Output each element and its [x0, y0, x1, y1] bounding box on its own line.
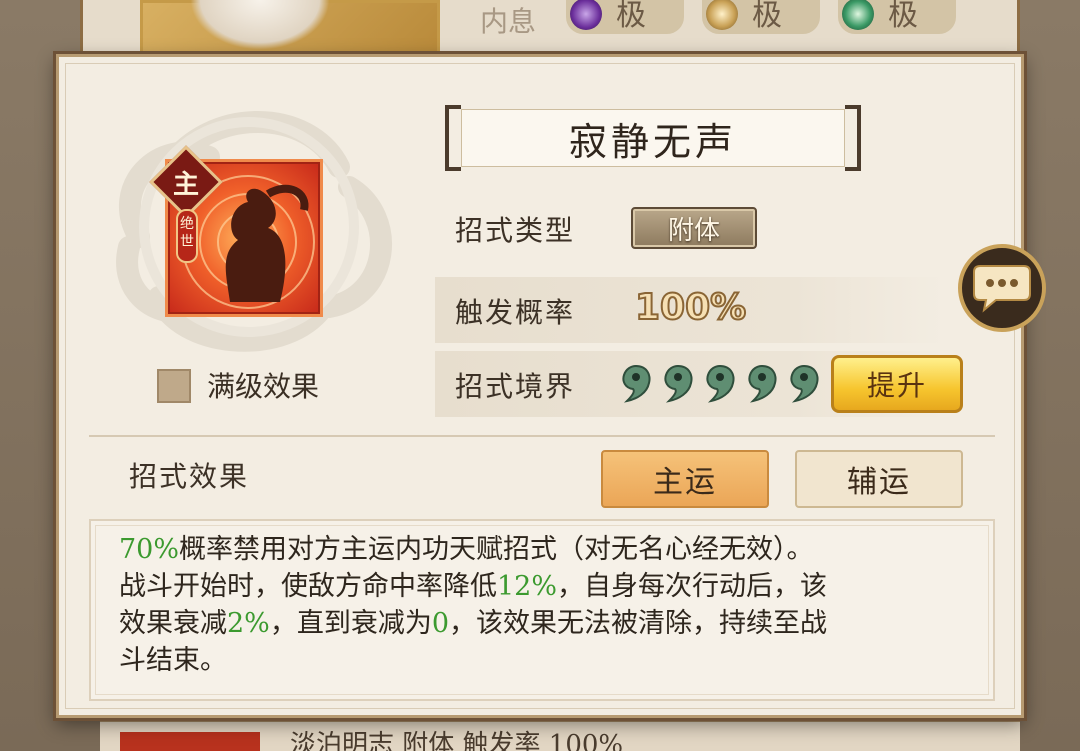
type-label: 招式类型: [455, 214, 576, 247]
realm-level-drops: [619, 363, 821, 403]
desc-text: ，该效果无法被清除，持续至战: [449, 608, 828, 639]
chat-bubble-button[interactable]: [958, 244, 1046, 332]
bracket-right: [845, 105, 861, 171]
desc-highlight: 2%: [227, 608, 270, 639]
desc-highlight: 12%: [497, 571, 558, 602]
jade-drop-icon: [748, 364, 777, 403]
tab-main-run[interactable]: 主运: [601, 450, 769, 508]
chat-bubble-icon: [973, 265, 1031, 313]
main-badge-text: 主: [172, 169, 199, 200]
desc-text: ，直到衰减为: [269, 608, 432, 639]
desc-text: 概率禁用对方主运内功天赋招式（对无名心经无效）。: [179, 534, 814, 565]
bracket-left: [445, 105, 461, 171]
background-pill-3: 极: [838, 0, 956, 34]
desc-line-1: 70%概率禁用对方主运内功天赋招式（对无名心经无效）。: [119, 531, 979, 568]
desc-line-2: 战斗开始时，使敌方命中率降低12%，自身每次行动后，该: [119, 568, 979, 605]
desc-text: 战斗开始时，使敌方命中率降低: [119, 571, 497, 602]
background-pill-2: 极: [702, 0, 820, 34]
full-level-checkbox[interactable]: [157, 369, 191, 403]
realm-label: 招式境界: [455, 370, 576, 403]
jade-drop-icon: [664, 364, 693, 403]
background-bottom-tag: [120, 732, 260, 751]
desc-line-3: 效果衰减2%，直到衰减为0，该效果无法被清除，持续至战: [119, 605, 979, 642]
jade-drop-icon: [790, 364, 819, 403]
skill-detail-panel: 主 绝世 满级效果 寂静无声 招式类型 附体 触发概率 100% 招式境界 提升…: [56, 54, 1024, 718]
background-portrait-art: [190, 0, 330, 50]
desc-text: ，自身每次行动后，该: [557, 571, 828, 602]
full-level-label[interactable]: 满级效果: [207, 365, 319, 405]
effect-description: 70%概率禁用对方主运内功天赋招式（对无名心经无效）。 战斗开始时，使敌方命中率…: [119, 531, 979, 679]
desc-text: 斗结束。: [119, 645, 227, 676]
rate-label: 触发概率: [455, 296, 576, 329]
desc-line-4: 斗结束。: [119, 642, 979, 679]
upgrade-button[interactable]: 提升: [831, 355, 963, 413]
background-pill-text: 极: [888, 0, 918, 33]
section-divider: [89, 435, 995, 437]
green-orb-icon: [842, 0, 874, 30]
desc-highlight: 0: [431, 608, 450, 639]
desc-highlight: 70%: [119, 534, 180, 565]
effect-description-box: 70%概率禁用对方主运内功天赋招式（对无名心经无效）。 战斗开始时，使敌方命中率…: [89, 519, 995, 701]
background-pill-1: 极: [566, 0, 684, 34]
skill-name: 寂静无声: [461, 109, 845, 167]
background-label: 内息: [480, 5, 537, 38]
effect-label: 招式效果: [129, 460, 250, 493]
background-bottom-text: 淡泊明志 附体 触发率 100%: [290, 730, 624, 751]
background-pill-text: 极: [616, 0, 646, 33]
tab-sub-run[interactable]: 辅运: [795, 450, 963, 508]
jade-drop-icon: [622, 364, 651, 403]
gold-orb-icon: [706, 0, 738, 30]
background-pill-text: 极: [752, 0, 782, 33]
jade-drop-icon: [706, 364, 735, 403]
desc-text: 效果衰减: [119, 608, 227, 639]
purple-orb-icon: [570, 0, 602, 30]
rank-badge: 绝世: [176, 209, 198, 263]
skill-title-plaque: 寂静无声: [445, 105, 861, 171]
type-tag: 附体: [631, 207, 757, 249]
rate-value: 100%: [634, 286, 747, 329]
